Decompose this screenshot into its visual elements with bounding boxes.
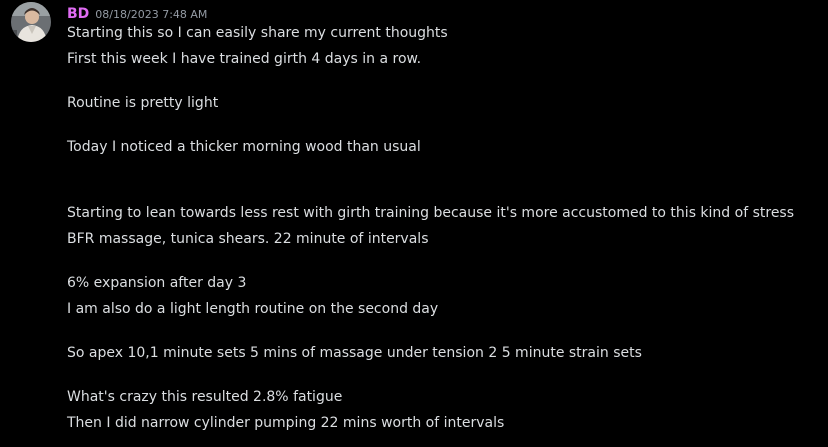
message-line: First this week I have trained girth 4 d… (67, 51, 422, 67)
timestamp[interactable]: 08/18/2023 7:48 AM (95, 8, 207, 21)
avatar[interactable] (11, 2, 51, 42)
message-line: BFR massage, tunica shears. 22 minute of… (67, 231, 429, 247)
message-line: Routine is pretty light (67, 95, 219, 111)
chat-message: BD 08/18/2023 7:48 AM Starting this so I … (0, 0, 828, 447)
message-line: 6% expansion after day 3 (67, 275, 247, 291)
username[interactable]: BD (67, 6, 89, 22)
message-line: What's crazy this resulted 2.8% fatigue (67, 389, 343, 405)
message-line: I am also do a light length routine on t… (67, 301, 439, 317)
message-line: Today I noticed a thicker morning wood t… (67, 139, 421, 155)
message-line: Starting to lean towards less rest with … (67, 205, 795, 221)
avatar-image (11, 2, 51, 42)
message-line: So apex 10,1 minute sets 5 mins of massa… (67, 345, 642, 361)
message-line: Starting this so I can easily share my c… (67, 25, 448, 41)
message-line: Then I did narrow cylinder pumping 22 mi… (67, 415, 505, 431)
message-header: BD 08/18/2023 7:48 AM (67, 3, 207, 23)
